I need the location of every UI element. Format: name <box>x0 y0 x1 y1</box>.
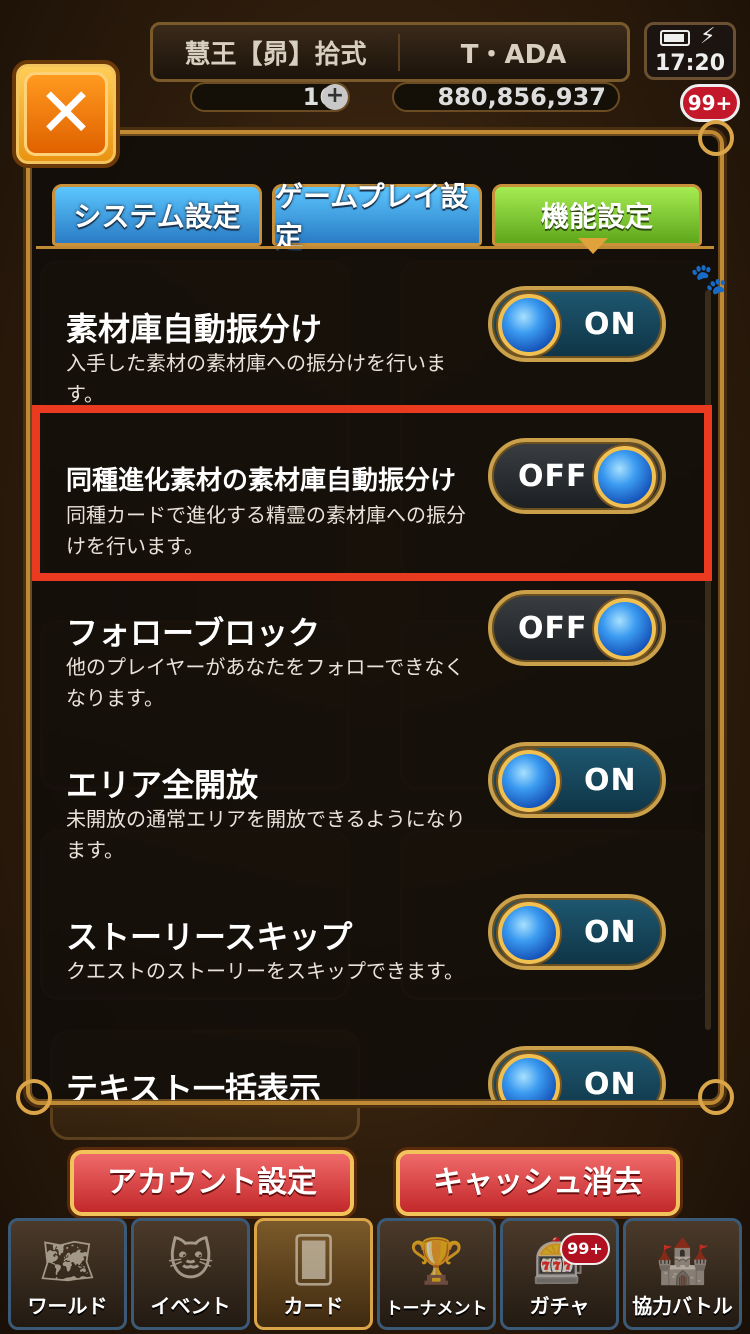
toggle-knob-icon <box>498 1054 560 1100</box>
nav-label: ガチャ <box>529 1294 590 1318</box>
setting-row-area-unlock: エリア全開放 未開放の通常エリアを開放できるようになります。 ON <box>36 742 706 910</box>
tab-divider <box>36 246 714 249</box>
coin-count: 880,856,937 <box>437 83 606 111</box>
nav-label: カード <box>283 1294 344 1318</box>
setting-description: 入手した素材の素材庫への振分けを行います。 <box>66 351 446 406</box>
follow-block-toggle[interactable]: OFF <box>488 590 666 666</box>
bottom-navigation: 🗺 ワールド 🐱 イベント 🂠 カード 🏆 トーナメント 🎰 99+ ガチャ 🏰… <box>0 1214 750 1334</box>
battery-icon <box>660 30 690 46</box>
toggle-knob-icon <box>498 750 560 812</box>
setting-title: ストーリースキップ <box>66 918 353 956</box>
notification-badge[interactable]: 99+ <box>680 84 740 122</box>
player-status-bar: 慧王【昴】拾式 T・ADA <box>150 22 630 82</box>
nav-item-gacha[interactable]: 🎰 99+ ガチャ <box>500 1218 619 1330</box>
nav-item-coop-battle[interactable]: 🏰 協力バトル <box>623 1218 742 1330</box>
setting-row-text-display: テキスト一括表示 ON <box>36 1046 706 1100</box>
nav-item-world[interactable]: 🗺 ワールド <box>8 1218 127 1330</box>
cards-icon: 🂠 <box>290 1235 337 1286</box>
nav-label: トーナメント <box>385 1299 488 1319</box>
story-skip-toggle[interactable]: ON <box>488 894 666 970</box>
setting-description: クエストのストーリーをスキップできます。 <box>66 959 464 983</box>
active-tab-indicator-icon <box>578 238 608 254</box>
player-title: 慧王【昴】拾式 <box>184 39 367 70</box>
castle-icon: 🏰 <box>655 1236 710 1287</box>
frame-ornament-icon <box>698 120 734 156</box>
trophy-icon: 🏆 <box>409 1236 464 1287</box>
nav-item-tournament[interactable]: 🏆 トーナメント <box>377 1218 496 1330</box>
nav-item-card[interactable]: 🂠 カード <box>254 1218 373 1330</box>
tab-feature-settings[interactable]: 機能設定 <box>492 184 702 246</box>
toggle-state: OFF <box>518 610 588 646</box>
text-display-toggle[interactable]: ON <box>488 1046 666 1100</box>
coin-counter: 880,856,937 <box>392 82 620 112</box>
cat-icon: 🐱 <box>167 1235 214 1286</box>
nav-label: 協力バトル <box>632 1294 733 1318</box>
nav-item-event[interactable]: 🐱 イベント <box>131 1218 250 1330</box>
setting-row-story-skip: ストーリースキップ クエストのストーリーをスキップできます。 ON <box>36 894 706 1062</box>
tab-gameplay-settings[interactable]: ゲームプレイ設定 <box>272 180 482 253</box>
setting-title: フォローブロック <box>66 614 321 652</box>
setting-title: エリア全開放 <box>66 766 259 804</box>
auto-sort-toggle[interactable]: ON <box>488 286 666 362</box>
nav-label: ワールド <box>27 1294 108 1318</box>
add-gems-button[interactable]: + <box>322 84 348 110</box>
gacha-badge: 99+ <box>560 1233 610 1265</box>
toggle-state: ON <box>584 914 637 950</box>
area-unlock-toggle[interactable]: ON <box>488 742 666 818</box>
setting-title: テキスト一括表示 <box>66 1070 322 1100</box>
clock: 17:20 <box>644 22 736 80</box>
setting-description: 未開放の通常エリアを開放できるようになります。 <box>66 807 466 862</box>
toggle-state: ON <box>584 762 637 798</box>
setting-row-follow-block: フォローブロック 他のプレイヤーがあなたをフォローできなくなります。 OFF <box>36 590 706 758</box>
close-icon: ✕ <box>37 74 95 153</box>
highlight-box <box>32 405 712 581</box>
setting-description: 他のプレイヤーがあなたをフォローできなくなります。 <box>66 655 465 710</box>
tab-system-settings[interactable]: システム設定 <box>52 184 262 246</box>
account-settings-button[interactable]: アカウント設定 <box>70 1150 354 1216</box>
charging-icon: ⚡ <box>700 24 716 49</box>
map-icon: 🗺 <box>39 1236 96 1287</box>
toggle-knob-icon <box>594 598 656 660</box>
toggle-knob-icon <box>498 902 560 964</box>
clear-cache-button[interactable]: キャッシュ消去 <box>396 1150 680 1216</box>
close-button[interactable]: ✕ <box>12 60 120 168</box>
setting-title: 素材庫自動振分け <box>66 310 323 348</box>
toggle-state: ON <box>584 1066 637 1101</box>
nav-label: イベント <box>150 1294 231 1318</box>
toggle-knob-icon <box>498 294 560 356</box>
toggle-state: ON <box>584 306 637 342</box>
clock-time: 17:20 <box>654 51 726 76</box>
player-name: T・ADA <box>398 33 627 71</box>
settings-list: 素材庫自動振分け 入手した素材の素材庫への振分けを行います。 ON 同種進化素材… <box>36 256 706 1100</box>
